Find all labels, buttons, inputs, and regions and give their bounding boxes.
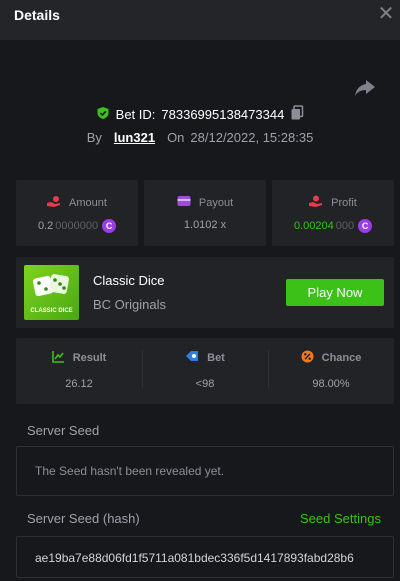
details-header: Details ✕	[0, 0, 400, 40]
target-icon	[185, 350, 199, 365]
bet-id-label: Bet ID:	[115, 106, 156, 122]
server-seed-hash-label: Server Seed (hash)	[27, 511, 140, 526]
bc-coin-icon: C	[102, 219, 117, 233]
payout-label: Payout	[198, 196, 234, 209]
result-value: 26.12	[65, 378, 93, 390]
profit-value: 0.00204 000 C	[272, 219, 394, 233]
bet-id-row: Bet ID: 78336995138473344	[0, 104, 400, 124]
bet-byline: By lun321 On 28/12/2022, 15:28:35	[0, 127, 400, 147]
payout-value: 1.0102 x	[183, 219, 227, 231]
bet-datetime: 28/12/2022, 15:28:35	[190, 129, 314, 145]
bet-label: Bet	[207, 351, 225, 364]
seed-settings-link[interactable]: Seed Settings	[300, 511, 381, 526]
on-label: On	[167, 129, 185, 145]
close-button[interactable]: ✕	[376, 3, 396, 25]
amount-card: Amount 0.2 0000000 C	[16, 180, 138, 246]
profit-label: Profit	[331, 197, 357, 209]
profit-hand-icon	[309, 195, 323, 211]
share-icon[interactable]	[354, 78, 376, 98]
result-summary: Result 26.12 Bet <98 Chance 98.00%	[16, 338, 394, 404]
bet-value: <98	[195, 378, 215, 390]
percent-icon	[301, 350, 314, 366]
payout-card: Payout 1.0102 x	[144, 180, 266, 246]
wallet-icon	[177, 195, 191, 210]
profit-card: Profit 0.00204 000 C	[272, 180, 394, 246]
server-seed-label: Server Seed	[27, 423, 100, 438]
server-seed-hash-value[interactable]: ae19ba7e88d06fd1f5711a081bdec336f5d14178…	[35, 551, 395, 565]
game-name: Classic Dice	[93, 273, 165, 288]
bet-column: Bet <98	[142, 338, 268, 404]
play-now-button[interactable]: Play Now	[286, 279, 384, 306]
chance-label: Chance	[321, 352, 362, 364]
username-link[interactable]: lun321	[114, 130, 155, 145]
server-seed-text: The Seed hasn't been revealed yet.	[35, 464, 225, 478]
game-card: CLASSIC DICE Classic Dice BC Originals P…	[16, 257, 394, 328]
server-seed-box: The Seed hasn't been revealed yet.	[16, 446, 394, 496]
page-title: Details	[14, 7, 60, 23]
bc-coin-icon: C	[358, 219, 373, 233]
copy-icon[interactable]	[290, 104, 304, 124]
server-seed-hash-box: ae19ba7e88d06fd1f5711a081bdec336f5d14178…	[16, 536, 394, 578]
thumbnail-label: CLASSIC DICE	[30, 308, 73, 314]
shield-check-icon	[96, 106, 110, 123]
result-chart-icon	[51, 350, 65, 366]
hand-coin-icon	[47, 195, 61, 211]
amount-value: 0.2 0000000 C	[16, 219, 138, 233]
bet-id-value: 78336995138473344	[161, 106, 285, 122]
by-label: By	[86, 129, 102, 145]
result-column: Result 26.12	[16, 338, 142, 404]
chance-column: Chance 98.00%	[268, 338, 394, 404]
result-label: Result	[72, 352, 107, 364]
game-provider: BC Originals	[93, 297, 166, 312]
chance-value: 98.00%	[312, 378, 350, 390]
classic-dice-thumbnail[interactable]: CLASSIC DICE	[24, 265, 79, 320]
amount-label: Amount	[69, 197, 107, 209]
